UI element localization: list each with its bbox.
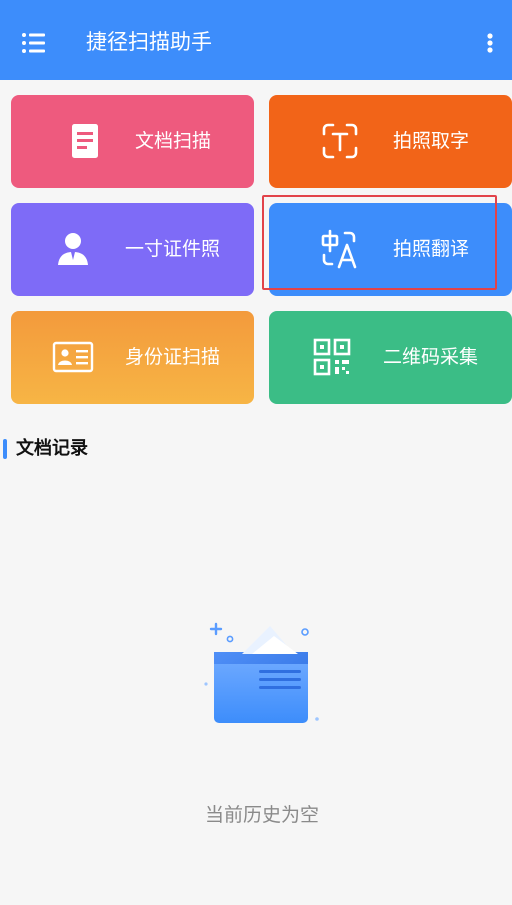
text-scan-icon (322, 123, 358, 159)
section-accent-bar (3, 439, 7, 459)
tile-photo-ocr[interactable]: 拍照取字 (269, 95, 512, 188)
tile-document-scan[interactable]: 文档扫描 (11, 95, 254, 188)
app-title: 捷径扫描助手 (86, 30, 212, 54)
tile-label: 身份证扫描 (125, 346, 221, 368)
tile-photo-translate[interactable]: 拍照翻译 (269, 203, 512, 296)
top-app-bar: 捷径扫描助手 (0, 0, 512, 80)
tile-label: 二维码采集 (383, 346, 479, 368)
tile-id-card-scan[interactable]: 身份证扫描 (11, 311, 254, 404)
more-vertical-icon (487, 33, 493, 53)
document-icon (72, 124, 98, 158)
empty-folder-icon (204, 622, 319, 723)
tile-id-photo[interactable]: 一寸证件照 (11, 203, 254, 296)
menu-button[interactable] (14, 26, 52, 60)
id-card-icon (52, 341, 94, 373)
tile-label: 拍照取字 (393, 130, 470, 152)
empty-state-text: 当前历史为空 (204, 804, 319, 826)
tile-label: 一寸证件照 (125, 238, 221, 260)
list-menu-icon (22, 33, 45, 53)
tile-label: 文档扫描 (135, 130, 212, 152)
more-options-button[interactable] (476, 28, 504, 58)
id-photo-person-icon (58, 233, 88, 265)
app-screen: 捷径扫描助手 文档扫描 拍照取字 一寸证件照 拍照翻译 身份证扫描 二维码采集 … (0, 0, 512, 905)
qr-code-icon (313, 338, 351, 376)
translate-icon (321, 229, 357, 269)
section-title-records: 文档记录 (16, 438, 88, 459)
tile-label: 拍照翻译 (393, 238, 470, 260)
tile-qr-collect[interactable]: 二维码采集 (269, 311, 512, 404)
